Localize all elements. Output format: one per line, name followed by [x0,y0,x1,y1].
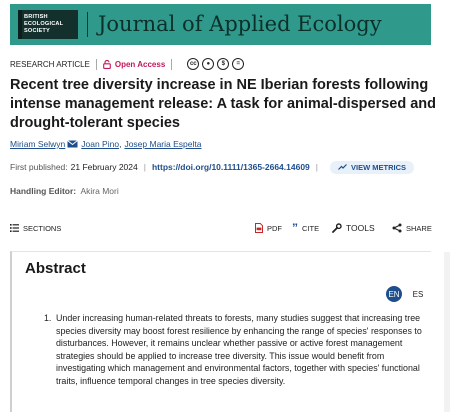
list-icon [10,224,19,232]
noderivatives-icon: = [232,58,245,70]
author-separator: , [119,139,122,149]
abstract-heading: Abstract [25,260,86,277]
noncommercial-icon: $ [217,58,230,70]
society-line: BRITISH [24,14,48,20]
publication-info: First published: 21 February 2024 | http… [10,160,415,174]
divider [171,58,173,70]
attribution-icon: ● [202,58,215,70]
share-icon [392,223,402,233]
article-title: Recent tree diversity increase in NE Ibe… [10,77,437,131]
author-list: Miriam Selwyn Joan Pino, Josep Maria Esp… [10,139,201,149]
view-metrics-label: VIEW METRICS [351,162,407,172]
trend-up-icon [338,164,347,170]
view-metrics-button[interactable]: VIEW METRICS [330,160,415,174]
share-button[interactable]: SHARE [392,221,432,235]
page-scroll-gutter [444,252,450,412]
banner-divider [87,12,88,37]
article-type: RESEARCH ARTICLE [10,59,90,69]
wrench-icon [332,223,342,233]
lock-open-icon [103,59,111,69]
share-label: SHARE [406,223,432,233]
author-link[interactable]: Miriam Selwyn [10,139,65,149]
language-es-button[interactable]: ES [410,286,426,302]
journal-title[interactable]: Journal of Applied Ecology [98,12,382,36]
abstract-paragraph: Under increasing human-related threats t… [56,313,422,386]
first-published-label: First published: [10,162,68,172]
sections-label: SECTIONS [23,223,62,233]
society-logo: BRITISH ECOLOGICAL SOCIETY [18,10,78,39]
pdf-icon [255,223,263,233]
doi-link[interactable]: https://doi.org/10.1111/1365-2664.14609 [152,162,310,172]
divider: | [315,162,319,172]
pdf-label: PDF [267,223,282,233]
quote-icon: ” [292,221,298,235]
journal-banner[interactable]: BRITISH ECOLOGICAL SOCIETY Journal of Ap… [10,4,431,45]
author-link[interactable]: Josep Maria Espelta [124,139,201,149]
creative-commons-icon: cc [187,58,200,70]
tools-button[interactable]: TOOLS [332,221,375,235]
list-number: 1. [44,313,52,323]
language-en-button[interactable]: EN [386,286,402,302]
cite-button[interactable]: ” CITE [292,221,319,235]
article-toolbar: SECTIONS PDF ” CITE TOOLS SHARE [10,221,432,235]
handling-editor: Handling Editor: Akira Mori [10,186,119,196]
cite-label: CITE [302,223,320,233]
open-access-badge: Open Access [103,59,166,69]
divider: | [143,162,146,172]
pdf-button[interactable]: PDF [255,221,282,235]
envelope-icon[interactable] [67,140,79,148]
society-line: ECOLOGICAL [24,21,64,27]
abstract-list-item: 1. Under increasing human-related threat… [44,312,422,387]
society-line: SOCIETY [24,28,50,34]
editor-label: Handling Editor: [10,186,77,196]
open-access-label: Open Access [114,59,166,69]
tools-label: TOOLS [346,223,375,233]
license-icons[interactable]: cc ● $ = [187,58,245,70]
logo-mark [18,10,22,39]
abstract-section: Abstract EN ES 1. Under increasing human… [10,251,431,412]
sections-button[interactable]: SECTIONS [10,221,61,235]
editor-name: Akira Mori [80,186,119,196]
divider [95,58,97,70]
article-meta-row: RESEARCH ARTICLE Open Access cc ● $ = [10,57,245,71]
first-published-date: 21 February 2024 [70,162,138,172]
author-link[interactable]: Joan Pino [81,139,119,149]
